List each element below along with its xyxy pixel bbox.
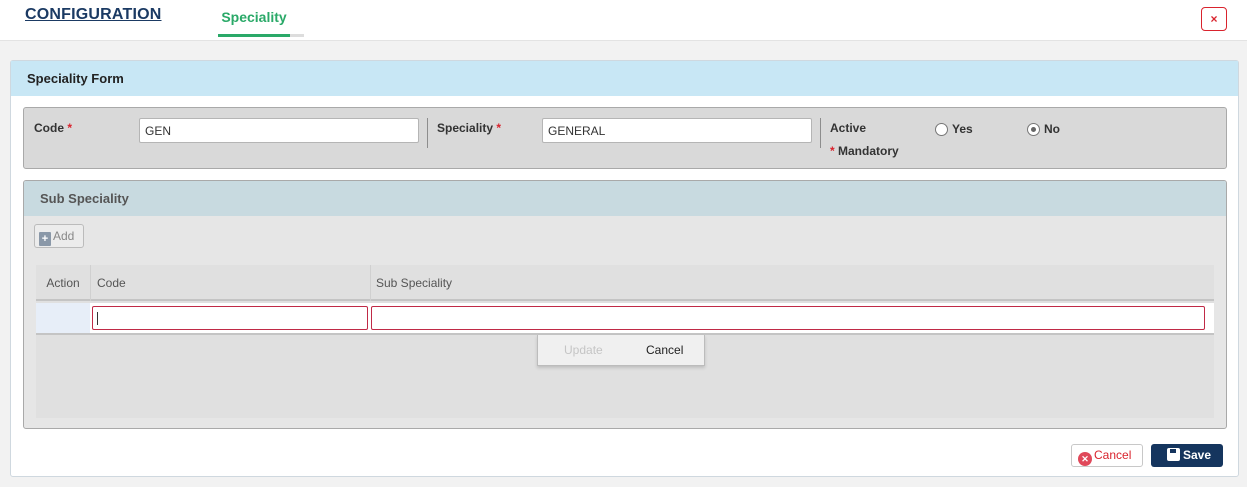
add-button[interactable]: + Add	[34, 224, 84, 248]
save-icon	[1167, 448, 1180, 461]
cancel-circle-icon: ✕	[1078, 452, 1092, 466]
grid-header: Action Code Sub Speciality	[36, 265, 1214, 301]
row-action-cell	[36, 303, 90, 333]
column-action[interactable]: Action	[36, 265, 90, 301]
save-button[interactable]: Save	[1151, 444, 1223, 467]
active-yes-label[interactable]: Yes	[952, 122, 973, 136]
form-title: Speciality Form	[11, 61, 1238, 96]
cancel-button[interactable]: ✕ Cancel	[1071, 444, 1143, 467]
active-yes-radio[interactable]	[935, 123, 948, 136]
column-sub-speciality[interactable]: Sub Speciality	[370, 265, 1214, 301]
close-icon: ×	[1210, 12, 1218, 26]
field-divider	[820, 118, 821, 148]
row-edit-actions: Update Cancel	[537, 335, 705, 366]
text-cursor	[97, 312, 98, 325]
column-code[interactable]: Code	[90, 265, 370, 301]
mandatory-note: * Mandatory	[830, 144, 899, 158]
speciality-fields: Code * Speciality * Active Yes No * Mand…	[23, 107, 1227, 169]
sub-speciality-grid: Action Code Sub Speciality Update Cancel	[36, 265, 1214, 418]
active-no-radio[interactable]	[1027, 123, 1040, 136]
tab-speciality[interactable]: Speciality	[218, 0, 290, 37]
table-row	[36, 303, 1214, 335]
sub-speciality-edit-input[interactable]	[371, 306, 1205, 330]
speciality-label: Speciality *	[437, 121, 502, 135]
tab-divider	[290, 34, 304, 37]
add-file-icon: +	[39, 232, 51, 246]
cancel-button-label: Cancel	[1094, 448, 1132, 462]
brand-title[interactable]: CONFIGURATION	[25, 6, 162, 24]
active-label: Active	[830, 121, 867, 135]
speciality-input[interactable]	[542, 118, 812, 143]
top-bar: CONFIGURATION Speciality ×	[0, 0, 1247, 41]
code-label: Code *	[34, 121, 73, 135]
code-input[interactable]	[139, 118, 419, 143]
save-button-label: Save	[1183, 448, 1212, 462]
add-button-label: Add	[53, 229, 75, 243]
row-cancel-button[interactable]: Cancel	[646, 343, 683, 357]
sub-speciality-title: Sub Speciality	[24, 181, 1226, 216]
speciality-form-panel: Speciality Form Code * Speciality * Acti…	[10, 60, 1239, 477]
active-no-label[interactable]: No	[1044, 122, 1060, 136]
code-edit-input[interactable]	[92, 306, 368, 330]
field-divider	[427, 118, 428, 148]
sub-speciality-section: Sub Speciality + Add Action Code Sub Spec…	[23, 180, 1227, 429]
close-button[interactable]: ×	[1201, 7, 1227, 31]
update-button[interactable]: Update	[564, 343, 603, 357]
